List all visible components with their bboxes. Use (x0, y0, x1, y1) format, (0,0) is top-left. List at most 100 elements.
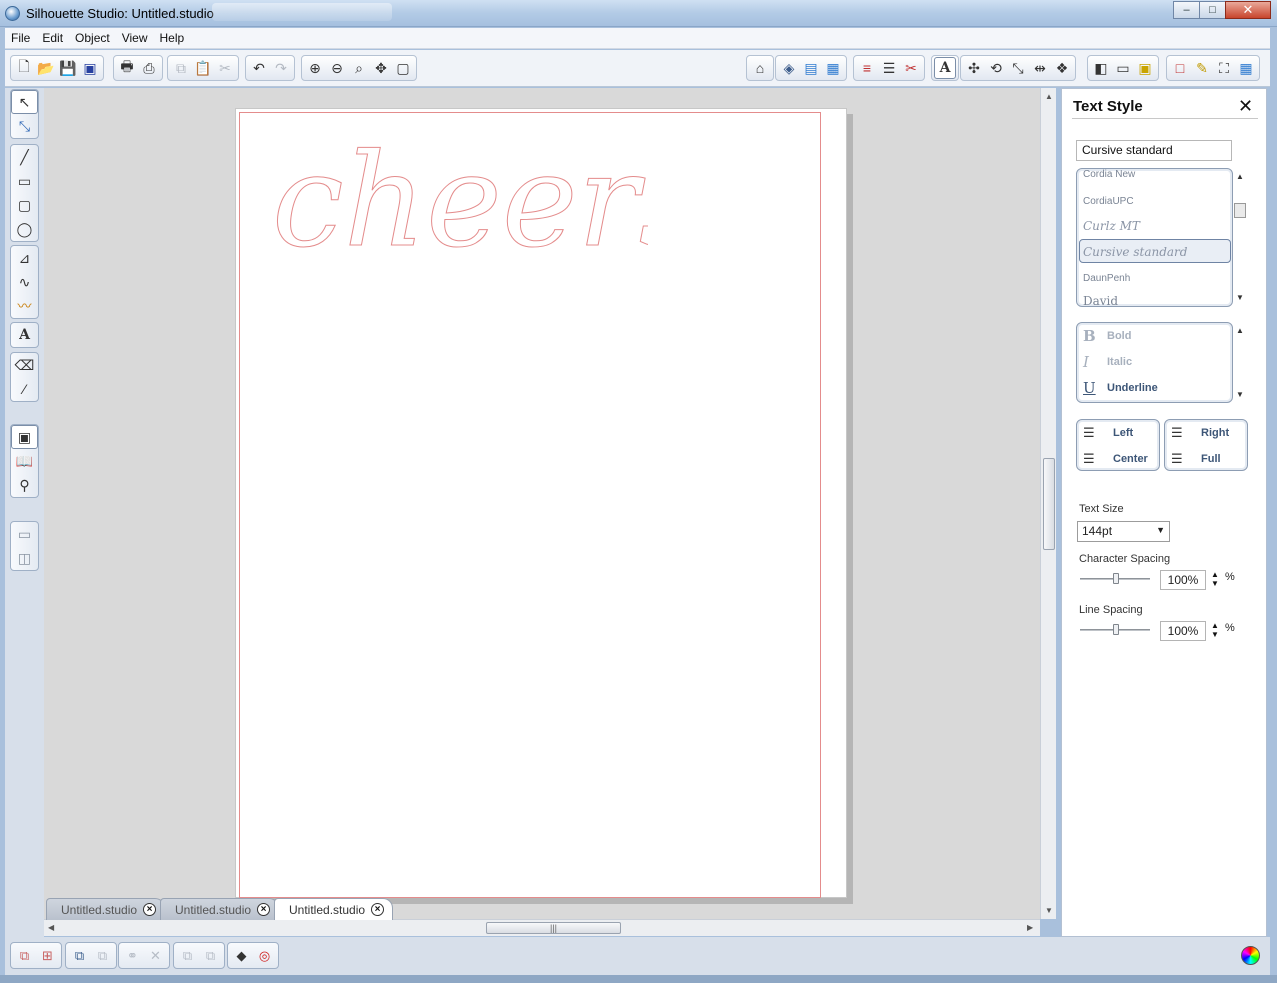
store-icon[interactable]: ▭ (1112, 57, 1134, 79)
line-spacing-slider[interactable] (1080, 624, 1150, 635)
character-spacing-slider-thumb[interactable] (1113, 573, 1119, 584)
new-document-icon[interactable]: 🗋 (13, 57, 35, 79)
font-name-input[interactable]: Cursive standard (1076, 140, 1232, 161)
knife-tool-icon[interactable]: ⁄ (11, 377, 38, 401)
bold-style-option[interactable]: B Bold (1083, 327, 1131, 345)
underline-style-option[interactable]: U Underline (1083, 379, 1158, 397)
rotate-icon[interactable]: ⟲ (985, 57, 1007, 79)
select-arrow-icon[interactable]: ↖ (11, 90, 38, 114)
line-spacing-input[interactable]: 100% (1160, 621, 1206, 641)
font-item-cordia-new[interactable]: Cordia New (1083, 169, 1135, 180)
scale-icon[interactable]: ⤡ (1007, 57, 1029, 79)
edit-points-icon[interactable]: ⤡ (11, 114, 38, 138)
zoom-select-icon[interactable]: ⌕ (348, 57, 370, 79)
undo-icon[interactable]: ↶ (248, 57, 270, 79)
print-cut-icon[interactable]: ⎙ (138, 57, 160, 79)
line-spacing-spinner[interactable]: ▲ ▼ (1211, 621, 1219, 639)
page-setup-icon[interactable]: ⌂ (749, 57, 771, 79)
text-style-icon[interactable]: A (934, 57, 956, 79)
rectangle-tool-icon[interactable]: ▭ (11, 169, 38, 193)
eraser-tool-icon[interactable]: ⌫ (11, 353, 38, 377)
send-to-cutter-icon[interactable]: ▣ (1134, 57, 1156, 79)
scroll-left-icon[interactable]: ◀ (48, 923, 54, 932)
character-spacing-input[interactable]: 100% (1160, 570, 1206, 590)
text-size-select[interactable]: 144pt ▼ (1077, 521, 1170, 542)
cut-settings-icon[interactable]: □ (1169, 57, 1191, 79)
close-window-button[interactable]: ✕ (1225, 1, 1271, 19)
style-list-scroll-down-icon[interactable]: ▼ (1236, 390, 1248, 399)
font-item-curlz-mt[interactable]: Curlz MT (1083, 219, 1140, 233)
menu-file[interactable]: File (5, 31, 36, 45)
cut-style-icon[interactable]: ✂ (900, 57, 922, 79)
cut-icon[interactable]: ✂ (214, 57, 236, 79)
font-item-daunpenh[interactable]: DaunPenh (1083, 273, 1130, 284)
align-full-button[interactable]: ☰ Full (1171, 452, 1221, 465)
fill-color-icon[interactable]: ◈ (778, 57, 800, 79)
redo-icon[interactable]: ↷ (270, 57, 292, 79)
font-list[interactable]: Cordia New CordiaUPC Curlz MT Cursive st… (1076, 168, 1233, 307)
horizontal-scroll-thumb[interactable]: ||| (486, 922, 621, 934)
move-icon[interactable]: ⇹ (1029, 57, 1051, 79)
library-icon[interactable]: ◧ (1090, 57, 1112, 79)
menu-object[interactable]: Object (69, 31, 116, 45)
font-list-scroll-down-icon[interactable]: ▼ (1236, 293, 1248, 302)
paste-icon[interactable]: 📋 (192, 57, 214, 79)
align-right-button[interactable]: ☰ Right (1171, 426, 1229, 439)
line-style-icon[interactable]: ☰ (878, 57, 900, 79)
freehand-tool-icon[interactable]: 〰 (11, 294, 38, 318)
trace-icon[interactable]: ◎ (253, 944, 276, 967)
scroll-right-icon[interactable]: ▶ (1027, 923, 1033, 932)
offset-icon[interactable]: ◆ (230, 944, 253, 967)
close-tab-icon[interactable]: × (143, 903, 157, 916)
copy-icon[interactable]: ⧉ (170, 57, 192, 79)
bring-to-front-icon[interactable]: ⧉ (176, 944, 199, 967)
ungroup-icon[interactable]: ⊞ (36, 944, 59, 967)
design-workspace[interactable]: cheers (44, 88, 1040, 919)
character-spacing-slider[interactable] (1080, 573, 1150, 584)
doc-tab-1[interactable]: Untitled.studio × (46, 898, 166, 920)
doc-tab-3-active[interactable]: Untitled.studio × (274, 898, 394, 920)
polygon-tool-icon[interactable]: ⊿ (11, 246, 38, 270)
split-horizontal-icon[interactable]: ▭ (11, 522, 38, 546)
fullscreen-icon[interactable]: ⛶ (1213, 57, 1235, 79)
menu-view[interactable]: View (116, 31, 154, 45)
transform-icon[interactable]: ✣ (963, 57, 985, 79)
cheers-text-object[interactable]: cheers (268, 117, 649, 277)
weld-icon[interactable]: ⚭ (121, 944, 144, 967)
font-list-scroll-thumb[interactable] (1234, 203, 1246, 218)
make-compound-path-icon[interactable]: ⧉ (68, 944, 91, 967)
grid-icon[interactable]: ▦ (1235, 57, 1257, 79)
design-page[interactable]: cheers (235, 108, 847, 898)
zoom-in-icon[interactable]: ⊕ (304, 57, 326, 79)
send-to-back-icon[interactable]: ⧉ (199, 944, 222, 967)
rounded-rectangle-icon[interactable]: ▢ (11, 193, 38, 217)
text-tool-icon[interactable]: A (11, 323, 38, 347)
close-tab-icon[interactable]: × (371, 903, 385, 916)
italic-style-option[interactable]: I Italic (1083, 353, 1132, 371)
line-tool-icon[interactable]: ╱ (11, 145, 38, 169)
horizontal-scrollbar[interactable]: ◀ ||| ▶ (44, 919, 1040, 936)
style-list-scroll-up-icon[interactable]: ▲ (1236, 326, 1248, 335)
vertical-scrollbar[interactable]: ▲ ▼ (1040, 88, 1056, 919)
font-item-cordiaupc[interactable]: CordiaUPC (1083, 196, 1134, 207)
replicate-icon[interactable]: ❖ (1051, 57, 1073, 79)
maximize-button[interactable]: □ (1199, 1, 1226, 19)
group-icon[interactable]: ⧉ (13, 944, 36, 967)
store-view-icon[interactable]: ⚲ (11, 473, 38, 497)
pan-icon[interactable]: ✥ (370, 57, 392, 79)
fit-to-page-icon[interactable]: ▢ (392, 57, 414, 79)
minimize-button[interactable]: – (1173, 1, 1200, 19)
line-spacing-slider-thumb[interactable] (1113, 624, 1119, 635)
menu-edit[interactable]: Edit (36, 31, 69, 45)
character-spacing-spinner[interactable]: ▲ ▼ (1211, 570, 1219, 588)
scroll-down-icon[interactable]: ▼ (1045, 906, 1053, 915)
curve-tool-icon[interactable]: ∿ (11, 270, 38, 294)
vertical-scroll-thumb[interactable] (1043, 458, 1055, 550)
fill-gradient-icon[interactable]: ▤ (800, 57, 822, 79)
close-panel-icon[interactable]: ✕ (1238, 96, 1253, 117)
font-list-scroll-up-icon[interactable]: ▲ (1236, 172, 1248, 181)
doc-tab-2[interactable]: Untitled.studio × (160, 898, 280, 920)
save-icon[interactable]: 💾 (57, 57, 79, 79)
color-wheel-icon[interactable] (1241, 946, 1260, 965)
line-color-icon[interactable]: ≡ (856, 57, 878, 79)
